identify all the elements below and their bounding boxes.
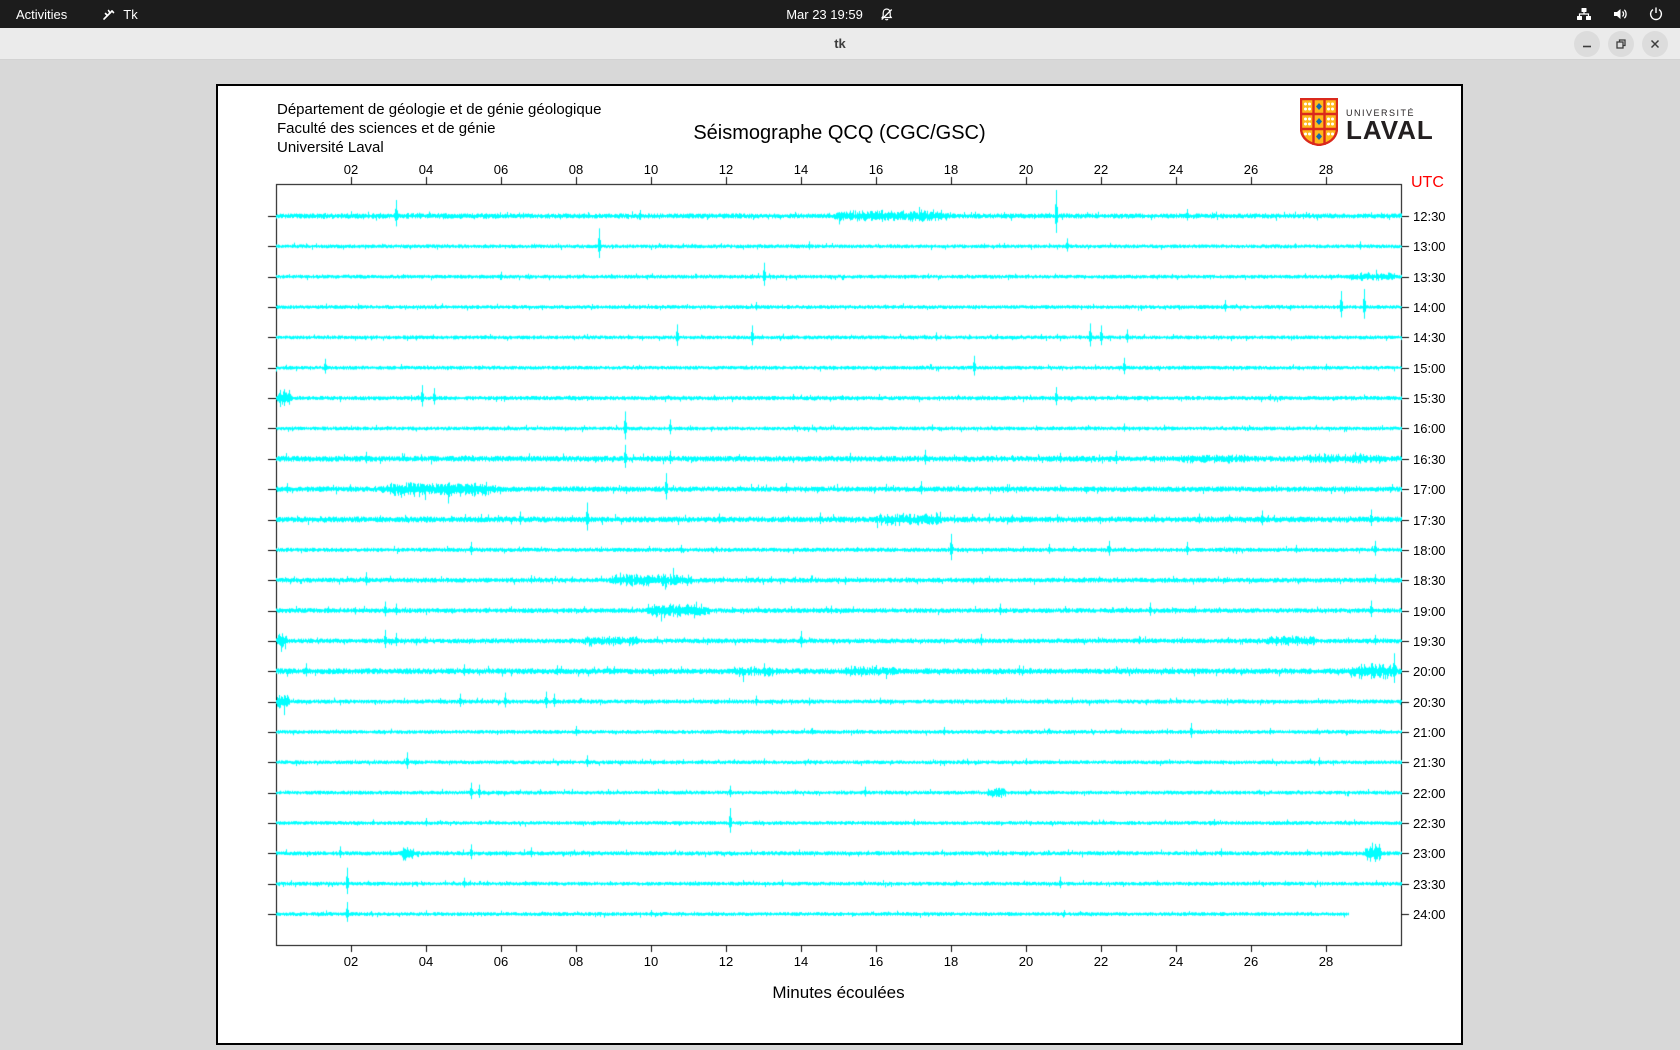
x-tick-label-bottom: 16 — [861, 954, 891, 969]
x-tick-label-top: 18 — [936, 162, 966, 177]
x-tick-label-top: 14 — [786, 162, 816, 177]
utc-label: UTC — [1411, 174, 1444, 192]
minimize-button[interactable] — [1574, 31, 1600, 57]
utc-time-label: 13:00 — [1413, 239, 1459, 254]
x-tick-label-top: 02 — [336, 162, 366, 177]
activities-button[interactable]: Activities — [16, 0, 67, 28]
x-tick-label-top: 24 — [1161, 162, 1191, 177]
utc-time-label: 16:30 — [1413, 452, 1459, 467]
utc-time-label: 14:00 — [1413, 300, 1459, 315]
x-tick-label-top: 22 — [1086, 162, 1116, 177]
utc-time-label: 16:00 — [1413, 421, 1459, 436]
x-tick-label-bottom: 26 — [1236, 954, 1266, 969]
x-tick-label-bottom: 18 — [936, 954, 966, 969]
utc-time-label: 12:30 — [1413, 209, 1459, 224]
x-tick-label-top: 08 — [561, 162, 591, 177]
utc-time-label: 22:30 — [1413, 816, 1459, 831]
app-menu-tk[interactable]: Tk — [101, 0, 137, 28]
maximize-button[interactable] — [1608, 31, 1634, 57]
utc-time-label: 18:00 — [1413, 543, 1459, 558]
utc-time-label: 15:30 — [1413, 391, 1459, 406]
utc-time-label: 23:30 — [1413, 877, 1459, 892]
utc-time-label: 17:00 — [1413, 482, 1459, 497]
x-tick-label-bottom: 28 — [1311, 954, 1341, 969]
tk-feather-icon — [101, 7, 116, 22]
utc-time-label: 14:30 — [1413, 330, 1459, 345]
utc-time-label: 18:30 — [1413, 573, 1459, 588]
x-tick-label-top: 12 — [711, 162, 741, 177]
activities-label: Activities — [16, 7, 67, 22]
x-tick-label-top: 26 — [1236, 162, 1266, 177]
x-tick-label-bottom: 06 — [486, 954, 516, 969]
close-button[interactable] — [1642, 31, 1668, 57]
x-tick-label-top: 28 — [1311, 162, 1341, 177]
x-tick-label-bottom: 20 — [1011, 954, 1041, 969]
x-tick-label-bottom: 14 — [786, 954, 816, 969]
x-tick-label-bottom: 10 — [636, 954, 666, 969]
x-tick-label-bottom: 08 — [561, 954, 591, 969]
seismograph-canvas-frame: Département de géologie et de génie géol… — [216, 84, 1463, 1045]
x-tick-label-top: 16 — [861, 162, 891, 177]
volume-icon[interactable] — [1612, 0, 1628, 28]
utc-time-label: 20:30 — [1413, 695, 1459, 710]
utc-time-label: 20:00 — [1413, 664, 1459, 679]
utc-time-label: 21:30 — [1413, 755, 1459, 770]
notifications-muted-icon — [879, 7, 894, 22]
x-tick-label-bottom: 12 — [711, 954, 741, 969]
x-tick-label-top: 06 — [486, 162, 516, 177]
x-tick-label-top: 20 — [1011, 162, 1041, 177]
utc-time-label: 19:30 — [1413, 634, 1459, 649]
x-tick-label-bottom: 02 — [336, 954, 366, 969]
x-tick-label-top: 10 — [636, 162, 666, 177]
x-tick-label-bottom: 22 — [1086, 954, 1116, 969]
utc-time-label: 24:00 — [1413, 907, 1459, 922]
power-icon[interactable] — [1648, 0, 1664, 28]
utc-time-label: 19:00 — [1413, 604, 1459, 619]
app-menu-label: Tk — [123, 7, 137, 22]
network-wired-icon[interactable] — [1576, 0, 1592, 28]
gnome-top-bar: Activities Tk Mar 23 19:59 — [0, 0, 1680, 28]
seismogram-plot — [218, 86, 1461, 1043]
tk-window-body: Département de géologie et de génie géol… — [0, 61, 1680, 1050]
x-axis-title: Minutes écoulées — [276, 983, 1401, 1003]
utc-time-label: 21:00 — [1413, 725, 1459, 740]
utc-time-label: 23:00 — [1413, 846, 1459, 861]
clock-area[interactable]: Mar 23 19:59 — [786, 7, 894, 22]
utc-time-label: 17:30 — [1413, 513, 1459, 528]
x-tick-label-bottom: 24 — [1161, 954, 1191, 969]
x-tick-label-bottom: 04 — [411, 954, 441, 969]
utc-time-label: 22:00 — [1413, 786, 1459, 801]
window-title: tk — [0, 28, 1680, 60]
window-title-bar[interactable]: tk — [0, 28, 1680, 60]
utc-time-label: 13:30 — [1413, 270, 1459, 285]
x-tick-label-top: 04 — [411, 162, 441, 177]
utc-time-label: 15:00 — [1413, 361, 1459, 376]
clock-label: Mar 23 19:59 — [786, 7, 863, 22]
